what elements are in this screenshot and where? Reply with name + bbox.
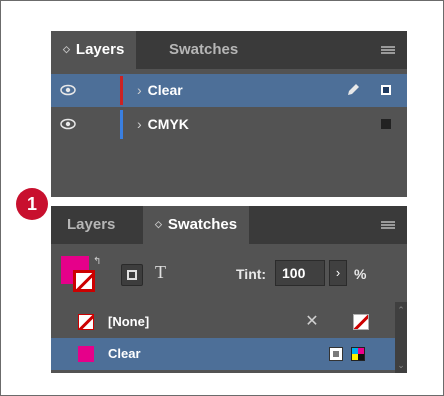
magenta-swatch-chip: [78, 346, 94, 362]
none-color-mode-icon: [353, 314, 369, 330]
layer-row-clear[interactable]: › Clear: [51, 74, 407, 107]
tab-layers-label: Layers: [67, 216, 116, 233]
layer-name: › CMYK: [137, 108, 189, 141]
tab-layers[interactable]: ◇ Layers: [51, 31, 137, 69]
eye-icon[interactable]: [60, 118, 76, 130]
tab-swatches-label: Swatches: [169, 41, 239, 58]
selection-square-icon[interactable]: [381, 85, 391, 95]
swatch-row-clear[interactable]: Clear: [51, 338, 395, 370]
tint-percent-label: %: [354, 266, 367, 282]
tab-layers-label: Layers: [75, 41, 125, 58]
layer-name-label: Clear: [147, 82, 183, 98]
layers-panel-tabbar: ◇ Layers Swatches: [51, 31, 407, 69]
formatting-text-button[interactable]: T: [155, 262, 166, 283]
eye-icon[interactable]: [60, 84, 76, 96]
tab-swatches[interactable]: ◇ Swatches: [143, 206, 250, 244]
stroke-swatch[interactable]: [73, 270, 95, 292]
swatch-name: [None]: [108, 314, 150, 329]
swatches-scrollbar[interactable]: ⌃ ⌄: [395, 302, 407, 373]
swatch-row-none[interactable]: [None] ✕: [51, 306, 395, 338]
tab-layers[interactable]: Layers: [55, 206, 127, 244]
selection-square-icon[interactable]: [381, 119, 391, 129]
layers-panel: ◇ Layers Swatches › Clear › CMYK: [51, 31, 407, 197]
figure-frame: ◇ Layers Swatches › Clear › CMYK 1 Layer…: [0, 0, 444, 396]
swatches-panel-tabbar: Layers ◇ Swatches: [51, 206, 407, 244]
pen-icon: [348, 84, 359, 95]
layer-color-bar: [120, 110, 123, 139]
swatches-panel: Layers ◇ Swatches ↰ T Tint: 100 › % [None…: [51, 206, 407, 373]
layer-color-bar: [120, 76, 123, 105]
tint-input[interactable]: 100: [275, 260, 325, 286]
expand-chevron-icon[interactable]: ›: [137, 116, 142, 132]
panel-menu-icon[interactable]: [381, 46, 395, 54]
process-color-icon: [329, 347, 343, 361]
tab-collapse-icon: ◇: [155, 219, 162, 229]
expand-chevron-icon[interactable]: ›: [137, 82, 142, 98]
none-swatch-chip: [78, 314, 94, 330]
tab-collapse-icon: ◇: [63, 44, 70, 54]
panel-menu-icon[interactable]: [381, 221, 395, 229]
step-badge: 1: [16, 188, 48, 220]
tint-label: Tint:: [236, 266, 267, 282]
cannot-edit-icon: ✕: [305, 313, 319, 330]
tab-swatches[interactable]: Swatches: [157, 31, 250, 69]
formatting-container-button[interactable]: [121, 264, 143, 286]
layer-name: › Clear: [137, 74, 183, 107]
tab-swatches-label: Swatches: [167, 216, 238, 233]
scroll-up-icon[interactable]: ⌃: [395, 304, 407, 316]
swatch-name: Clear: [108, 346, 141, 361]
scroll-down-icon[interactable]: ⌄: [395, 359, 407, 371]
swap-fill-stroke-icon[interactable]: ↰: [93, 256, 101, 267]
layer-name-label: CMYK: [147, 116, 189, 132]
cmyk-mode-icon: [351, 347, 365, 361]
layer-row-cmyk[interactable]: › CMYK: [51, 108, 407, 141]
tint-slider-button[interactable]: ›: [329, 260, 347, 286]
fill-stroke-control[interactable]: ↰: [61, 256, 101, 300]
